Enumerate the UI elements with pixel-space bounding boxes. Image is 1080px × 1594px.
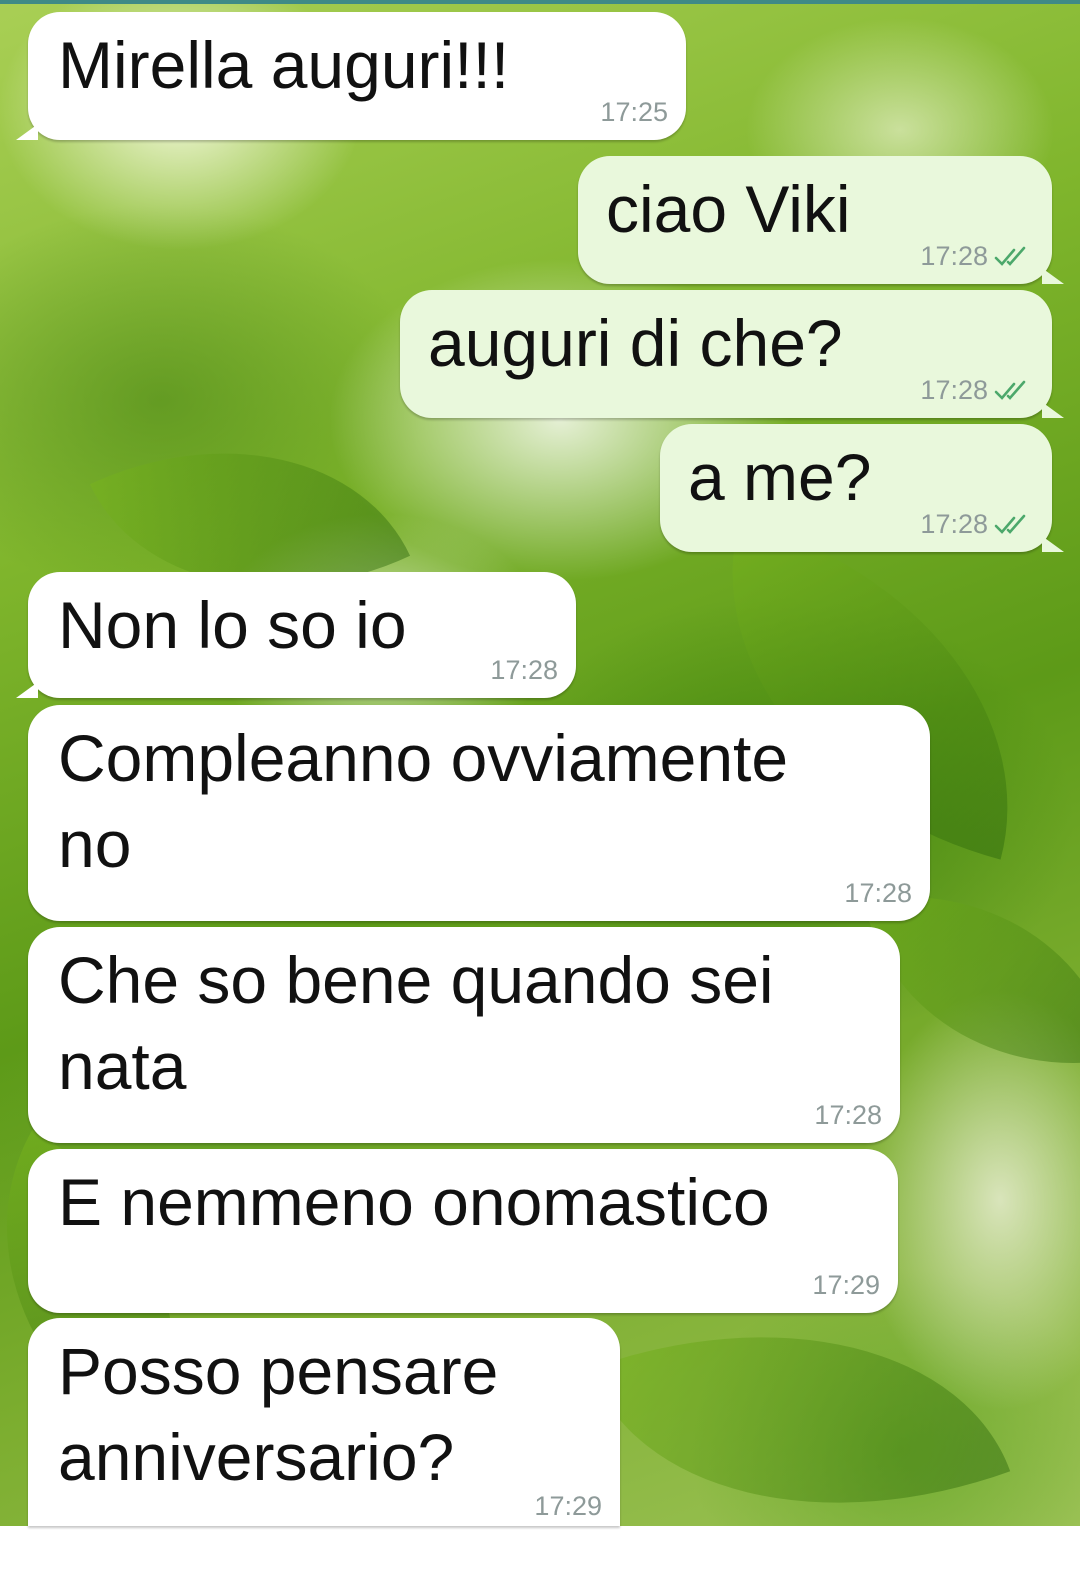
double-check-icon	[994, 246, 1026, 266]
message-time: 17:28	[920, 241, 988, 271]
message-meta: 17:28	[920, 375, 1034, 406]
message-time: 17:28	[920, 509, 988, 539]
message-bubble-outgoing[interactable]: auguri di che? 17:28	[400, 290, 1064, 418]
message-bubble-outgoing[interactable]: a me? 17:28	[660, 424, 1064, 552]
message-text: Che so bene quando sei nata	[58, 943, 774, 1103]
message-time: 17:29	[534, 1491, 602, 1521]
bubble-tail	[1042, 268, 1064, 284]
bubble-tail	[1042, 402, 1064, 418]
message-bubble-incoming[interactable]: Compleanno ovviamente no 17:28	[28, 705, 930, 921]
message-meta: 17:28	[920, 241, 1034, 272]
message-time: 17:28	[814, 1100, 882, 1130]
message-text: E nemmeno onomastico	[58, 1165, 770, 1239]
message-text: Non lo so io	[58, 588, 407, 662]
message-meta: 17:28	[844, 878, 912, 909]
message-text: auguri di che?	[428, 306, 843, 380]
double-check-icon	[994, 514, 1026, 534]
message-bubble-incoming[interactable]: Mirella auguri!!! 17:25	[16, 12, 686, 140]
bubble-tail	[16, 124, 38, 140]
message-meta: 17:29	[534, 1491, 602, 1522]
message-meta: 17:28	[920, 509, 1034, 540]
double-check-icon	[994, 380, 1026, 400]
message-bubble-incoming[interactable]: Posso pensare anniversario? 17:29	[28, 1318, 620, 1526]
message-meta: 17:29	[812, 1270, 880, 1301]
message-text: ciao Viki	[606, 172, 851, 246]
message-meta: 17:28	[814, 1100, 882, 1131]
message-time: 17:28	[920, 375, 988, 405]
message-time: 17:25	[600, 97, 668, 127]
message-bubble-incoming[interactable]: Non lo so io 17:28	[16, 572, 576, 698]
message-bubble-incoming[interactable]: Che so bene quando sei nata 17:28	[28, 927, 900, 1143]
toolbar-edge	[0, 0, 1080, 4]
bubble-tail	[16, 682, 38, 698]
message-bubble-outgoing[interactable]: ciao Viki 17:28	[578, 156, 1064, 284]
bubble-tail	[1042, 536, 1064, 552]
message-time: 17:28	[844, 878, 912, 908]
message-text: a me?	[688, 440, 872, 514]
message-time: 17:29	[812, 1270, 880, 1300]
message-time: 17:28	[490, 655, 558, 685]
message-bubble-incoming[interactable]: E nemmeno onomastico 17:29	[28, 1149, 898, 1313]
message-text: Posso pensare anniversario?	[58, 1334, 499, 1494]
message-text: Compleanno ovviamente no	[58, 721, 789, 881]
message-text: Mirella auguri!!!	[58, 28, 510, 102]
message-meta: 17:28	[490, 655, 558, 686]
message-meta: 17:25	[600, 97, 668, 128]
